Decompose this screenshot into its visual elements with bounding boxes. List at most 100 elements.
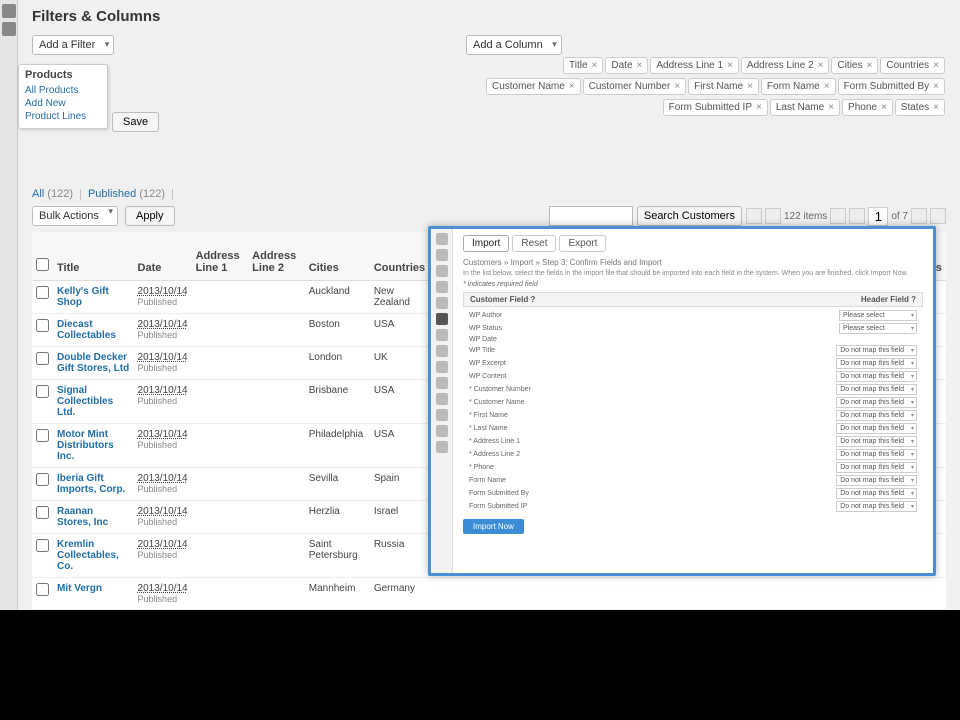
overlay-rail-icon-active[interactable] [436, 313, 448, 325]
add-filter-dropdown[interactable]: Add a Filter [32, 35, 114, 55]
map-row-select[interactable]: Do not map this field [836, 410, 917, 421]
overlay-rail-icon[interactable] [436, 297, 448, 309]
row-title-link[interactable]: Double Decker Gift Stores, Ltd [57, 352, 129, 374]
map-row-label: * Address Line 2 [469, 451, 520, 458]
map-row-select[interactable]: Please select [839, 310, 917, 321]
row-checkbox[interactable] [36, 385, 49, 398]
search-input[interactable] [549, 206, 633, 226]
flyout-link[interactable]: All Products [25, 85, 101, 96]
map-row-select[interactable]: Do not map this field [836, 475, 917, 486]
remove-tag-icon[interactable]: × [818, 60, 824, 71]
overlay-rail-icon[interactable] [436, 329, 448, 341]
row-title-link[interactable]: Kelly's Gift Shop [57, 286, 109, 308]
add-column-dropdown[interactable]: Add a Column [466, 35, 562, 55]
map-row-select[interactable]: Do not map this field [836, 488, 917, 499]
bulk-actions-dropdown[interactable]: Bulk Actions [32, 206, 118, 226]
row-title-link[interactable]: Raanan Stores, Inc [57, 506, 108, 528]
import-now-button[interactable]: Import Now [463, 519, 524, 534]
rail-icon[interactable] [2, 22, 16, 36]
column-tags: Title×Date×Address Line 1×Address Line 2… [466, 55, 946, 118]
row-checkbox[interactable] [36, 352, 49, 365]
row-title-link[interactable]: Kremlin Collectables, Co. [57, 539, 119, 572]
row-title-link[interactable]: Mit Vergn [57, 583, 102, 594]
row-checkbox[interactable] [36, 583, 49, 596]
remove-tag-icon[interactable]: × [727, 60, 733, 71]
row-checkbox[interactable] [36, 319, 49, 332]
pager-last[interactable] [930, 208, 946, 224]
overlay-rail-icon[interactable] [436, 233, 448, 245]
remove-tag-icon[interactable]: × [569, 81, 575, 92]
pager-first[interactable] [830, 208, 846, 224]
col-header[interactable] [32, 232, 53, 281]
map-row: * PhoneDo not map this field [463, 461, 923, 474]
overlay-rail-icon[interactable] [436, 393, 448, 405]
map-row-select[interactable]: Do not map this field [836, 371, 917, 382]
map-row-select[interactable]: Please select [839, 323, 917, 334]
col-header[interactable]: Countries [370, 232, 430, 281]
select-all-checkbox[interactable] [36, 258, 49, 271]
col-header[interactable]: Date [134, 232, 192, 281]
row-checkbox[interactable] [36, 506, 49, 519]
col-header[interactable]: Cities [305, 232, 370, 281]
overlay-rail-icon[interactable] [436, 425, 448, 437]
map-row-select[interactable]: Do not map this field [836, 397, 917, 408]
remove-tag-icon[interactable]: × [674, 81, 680, 92]
remove-tag-icon[interactable]: × [933, 102, 939, 113]
map-row-select[interactable]: Do not map this field [836, 449, 917, 460]
remove-tag-icon[interactable]: × [824, 81, 830, 92]
map-row: Form Submitted ByDo not map this field [463, 487, 923, 500]
map-row-select[interactable]: Do not map this field [836, 423, 917, 434]
overlay-rail-icon[interactable] [436, 409, 448, 421]
save-button[interactable]: Save [112, 112, 159, 132]
row-checkbox[interactable] [36, 473, 49, 486]
pager-prev[interactable] [849, 208, 865, 224]
remove-tag-icon[interactable]: × [592, 60, 598, 71]
row-title-link[interactable]: Diecast Collectables [57, 319, 116, 341]
filter-all[interactable]: All [32, 188, 44, 200]
row-checkbox[interactable] [36, 286, 49, 299]
overlay-rail-icon[interactable] [436, 361, 448, 373]
overlay-rail-icon[interactable] [436, 265, 448, 277]
flyout-link[interactable]: Add New [25, 98, 101, 109]
remove-tag-icon[interactable]: × [881, 102, 887, 113]
overlay-tab[interactable]: Import [463, 235, 509, 252]
row-title-link[interactable]: Iberia Gift Imports, Corp. [57, 473, 125, 495]
apply-button[interactable]: Apply [125, 206, 175, 226]
remove-tag-icon[interactable]: × [637, 60, 643, 71]
row-checkbox[interactable] [36, 429, 49, 442]
map-row-select[interactable]: Do not map this field [836, 462, 917, 473]
map-row-select[interactable]: Do not map this field [836, 436, 917, 447]
map-row-select[interactable]: Do not map this field [836, 345, 917, 356]
overlay-rail-icon[interactable] [436, 377, 448, 389]
rail-icon[interactable] [2, 4, 16, 18]
remove-tag-icon[interactable]: × [933, 81, 939, 92]
remove-tag-icon[interactable]: × [747, 81, 753, 92]
map-row-select[interactable]: Do not map this field [836, 384, 917, 395]
row-checkbox[interactable] [36, 539, 49, 552]
pager-page-input[interactable] [868, 207, 888, 226]
col-header[interactable]: Title [53, 232, 134, 281]
overlay-rail-icon[interactable] [436, 249, 448, 261]
pager-next[interactable] [911, 208, 927, 224]
remove-tag-icon[interactable]: × [756, 102, 762, 113]
map-row-select[interactable]: Do not map this field [836, 501, 917, 512]
search-button[interactable]: Search Customers [637, 206, 742, 226]
row-title-link[interactable]: Motor Mint Distributors Inc. [57, 429, 114, 462]
col-header[interactable]: Address Line 1 [192, 232, 249, 281]
map-row-select[interactable]: Do not map this field [836, 358, 917, 369]
overlay-rail-icon[interactable] [436, 281, 448, 293]
map-row: * Customer NumberDo not map this field [463, 383, 923, 396]
overlay-rail-icon[interactable] [436, 345, 448, 357]
remove-tag-icon[interactable]: × [933, 60, 939, 71]
view-list-icon[interactable] [765, 208, 781, 224]
filter-published[interactable]: Published [88, 188, 136, 200]
col-header[interactable]: Address Line 2 [248, 232, 305, 281]
remove-tag-icon[interactable]: × [867, 60, 873, 71]
remove-tag-icon[interactable]: × [828, 102, 834, 113]
overlay-tab[interactable]: Export [559, 235, 606, 252]
overlay-tab[interactable]: Reset [512, 235, 556, 252]
view-thumb-icon[interactable] [746, 208, 762, 224]
flyout-link[interactable]: Product Lines [25, 111, 101, 122]
overlay-rail-icon[interactable] [436, 441, 448, 453]
row-title-link[interactable]: Signal Collectibles Ltd. [57, 385, 113, 418]
